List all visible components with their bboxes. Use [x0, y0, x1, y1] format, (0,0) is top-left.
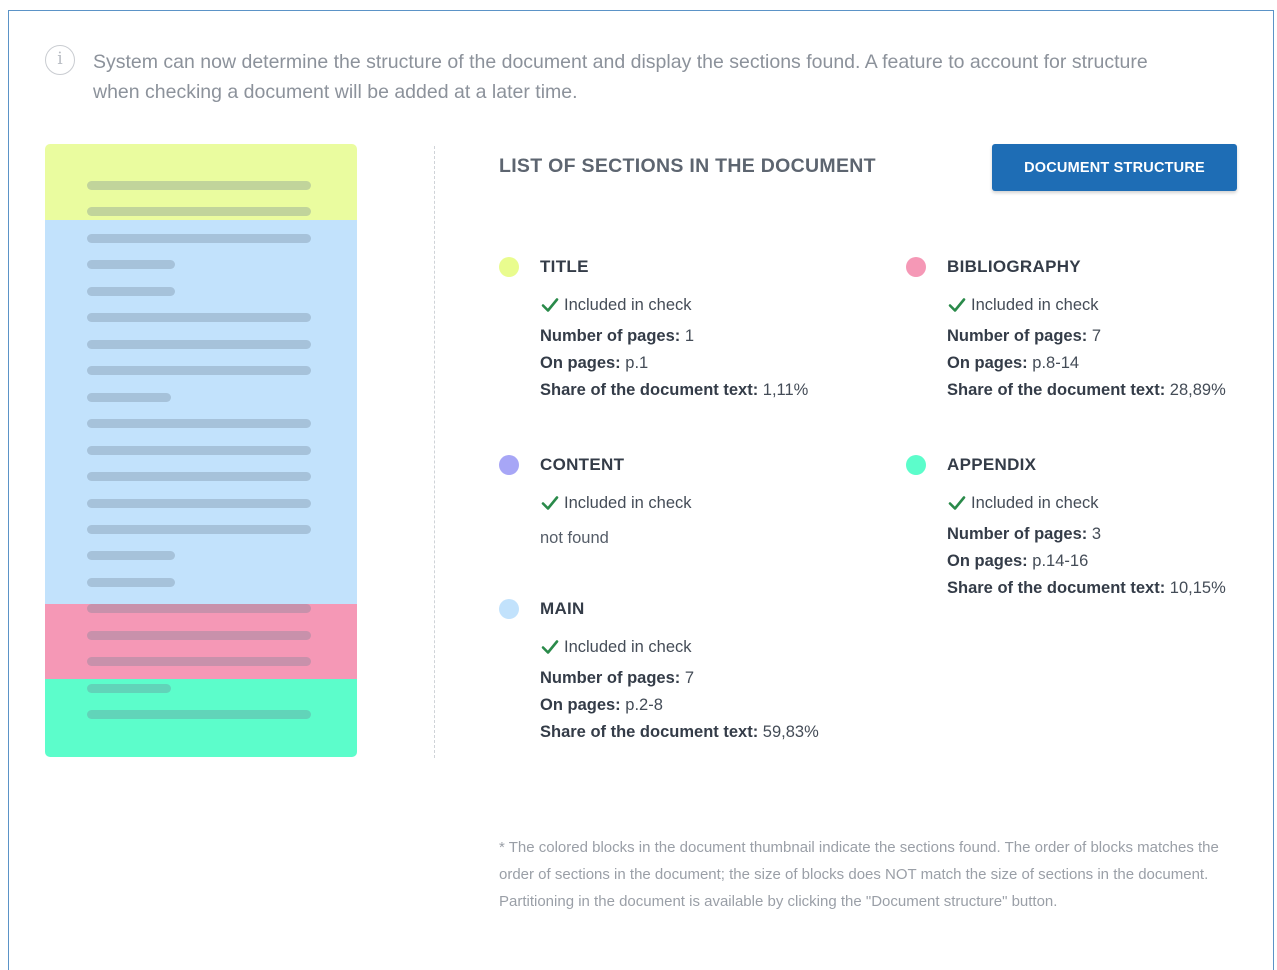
included-label: Included in check: [564, 637, 692, 656]
share-label: Share of the document text:: [947, 579, 1166, 597]
thumbnail-block-main: [45, 220, 357, 604]
thumbnail-text-line: [87, 472, 311, 481]
check-icon: [541, 496, 559, 510]
title-color-dot: [499, 257, 519, 277]
document-structure-button[interactable]: DOCUMENT STRUCTURE: [992, 144, 1237, 191]
on-pages: On pages: p.14-16: [947, 548, 1226, 575]
info-text: System can now determine the structure o…: [93, 51, 1148, 103]
footnote: * The colored blocks in the document thu…: [499, 839, 1219, 910]
share-value: 59,83%: [762, 723, 819, 741]
not-found-text: not found: [540, 529, 609, 547]
included-label: Included in check: [564, 493, 692, 512]
pages-count: Number of pages: 7: [540, 665, 819, 692]
pages-value: 7: [1091, 327, 1102, 345]
info-notice: i System can now determine the structure…: [45, 45, 1195, 107]
thumbnail-text-line: [87, 710, 311, 719]
thumbnail-text-line: [87, 499, 311, 508]
section-name: TITLE: [540, 257, 589, 276]
included-status: Included in check: [947, 491, 1226, 515]
section-name: CONTENT: [540, 455, 625, 474]
on-pages-label: On pages:: [540, 696, 621, 714]
text-share: Share of the document text: 10,15%: [947, 575, 1226, 602]
thumbnail-text-line: [87, 684, 171, 693]
pages-value: 3: [1091, 525, 1102, 543]
section-title: TITLE Included in check Number of pages:…: [499, 255, 808, 404]
structure-panel: i System can now determine the structure…: [8, 10, 1274, 970]
on-pages-value: p.1: [625, 354, 649, 372]
column-divider: [434, 146, 435, 758]
thumbnail-text-line: [87, 207, 311, 216]
share-value: 10,15%: [1169, 579, 1226, 597]
on-pages-value: p.2-8: [625, 696, 663, 714]
info-icon: i: [45, 45, 75, 75]
thumbnail-text-line: [87, 604, 311, 613]
pages-label: Number of pages:: [947, 327, 1088, 345]
sections-list-title: LIST OF SECTIONS IN THE DOCUMENT: [499, 155, 876, 177]
on-pages-value: p.14-16: [1032, 552, 1089, 570]
pages-count: Number of pages: 1: [540, 323, 808, 350]
thumbnail-text-line: [87, 287, 175, 296]
check-icon: [948, 298, 966, 312]
appendix-color-dot: [906, 455, 926, 475]
section-name: BIBLIOGRAPHY: [947, 257, 1081, 276]
share-label: Share of the document text:: [540, 723, 759, 741]
share-value: 1,11%: [762, 381, 809, 399]
on-pages: On pages: p.8-14: [947, 350, 1226, 377]
thumbnail-text-line: [87, 446, 311, 455]
section-name: MAIN: [540, 599, 585, 618]
section-bibliography: BIBLIOGRAPHY Included in check Number of…: [906, 255, 1226, 404]
thumbnail-text-line: [87, 631, 311, 640]
check-icon: [541, 298, 559, 312]
section-appendix: APPENDIX Included in check Number of pag…: [906, 453, 1226, 602]
thumbnail-text-line: [87, 260, 175, 269]
thumbnail-text-line: [87, 313, 311, 322]
main-color-dot: [499, 599, 519, 619]
pages-value: 7: [684, 669, 695, 687]
thumbnail-text-line: [87, 340, 311, 349]
thumbnail-text-line: [87, 181, 311, 190]
thumbnail-block-bibliography: [45, 604, 357, 679]
included-label: Included in check: [971, 493, 1099, 512]
share-label: Share of the document text:: [540, 381, 759, 399]
thumbnail-text-line: [87, 393, 171, 402]
on-pages-label: On pages:: [947, 552, 1028, 570]
thumbnail-text-line: [87, 366, 311, 375]
check-icon: [948, 496, 966, 510]
share-label: Share of the document text:: [947, 381, 1166, 399]
thumbnail-text-line: [87, 419, 311, 428]
included-status: Included in check: [540, 635, 819, 659]
included-status: Included in check: [540, 491, 692, 515]
bibliography-color-dot: [906, 257, 926, 277]
included-label: Included in check: [564, 295, 692, 314]
pages-count: Number of pages: 3: [947, 521, 1226, 548]
pages-label: Number of pages:: [540, 327, 681, 345]
text-share: Share of the document text: 59,83%: [540, 719, 819, 746]
text-share: Share of the document text: 1,11%: [540, 377, 808, 404]
on-pages: On pages: p.1: [540, 350, 808, 377]
thumbnail-text-line: [87, 234, 311, 243]
section-main: MAIN Included in check Number of pages: …: [499, 597, 819, 746]
check-icon: [541, 640, 559, 654]
included-status: Included in check: [540, 293, 808, 317]
on-pages: On pages: p.2-8: [540, 692, 819, 719]
included-status: Included in check: [947, 293, 1226, 317]
thumbnail-text-line: [87, 525, 311, 534]
content-color-dot: [499, 455, 519, 475]
on-pages-value: p.8-14: [1032, 354, 1080, 372]
section-content: CONTENT Included in check not found: [499, 453, 692, 552]
document-thumbnail: [45, 144, 357, 757]
on-pages-label: On pages:: [540, 354, 621, 372]
thumbnail-text-line: [87, 551, 175, 560]
pages-label: Number of pages:: [947, 525, 1088, 543]
thumbnail-text-line: [87, 657, 311, 666]
text-share: Share of the document text: 28,89%: [947, 377, 1226, 404]
pages-label: Number of pages:: [540, 669, 681, 687]
pages-count: Number of pages: 7: [947, 323, 1226, 350]
pages-value: 1: [684, 327, 695, 345]
on-pages-label: On pages:: [947, 354, 1028, 372]
included-label: Included in check: [971, 295, 1099, 314]
thumbnail-text-line: [87, 578, 175, 587]
section-name: APPENDIX: [947, 455, 1037, 474]
share-value: 28,89%: [1169, 381, 1226, 399]
